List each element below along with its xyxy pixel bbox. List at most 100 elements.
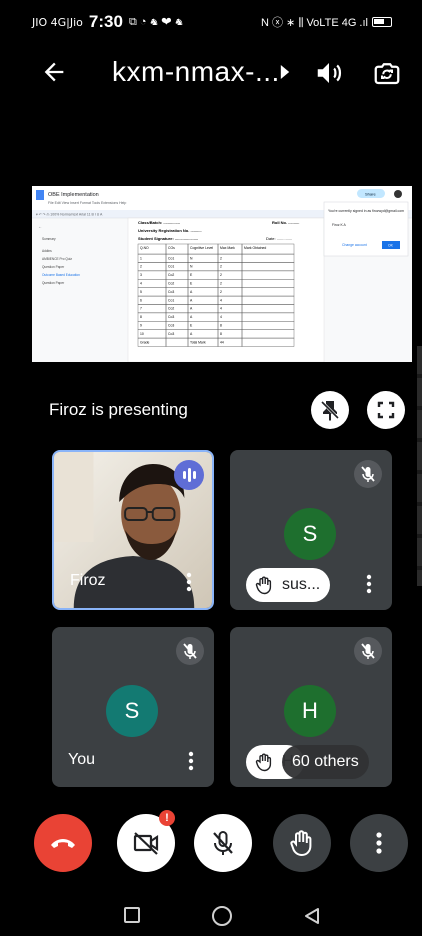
hand-icon xyxy=(290,830,312,857)
avatar: H xyxy=(284,685,336,737)
nav-back-icon[interactable] xyxy=(302,906,322,926)
table-cell-text: 8 xyxy=(140,315,142,319)
table-cell-text: Co2 xyxy=(168,307,174,311)
table-cell-text: Co1 xyxy=(168,265,174,269)
others-chip[interactable]: 60 others xyxy=(282,745,369,779)
svg-text:Question Paper: Question Paper xyxy=(42,281,65,285)
svg-text:University Registration No. ..: University Registration No. .......... xyxy=(138,228,202,233)
clock: 7:30 xyxy=(88,12,123,31)
svg-text:Change account: Change account xyxy=(342,243,367,247)
table-cell-text: Co1 xyxy=(168,256,174,260)
status-bar: JIO 4G|Jio 7:30 ⧉ ◔ ♞ ❤ ♞ N ⓧ ∗ ⫼ VoLTE … xyxy=(0,0,422,44)
table-cell-text: 7 xyxy=(140,307,142,311)
share-button: Share xyxy=(365,191,376,196)
table-cell-text: Co3 xyxy=(168,315,174,319)
svg-text:←: ← xyxy=(38,224,42,229)
call-end-icon xyxy=(51,839,75,848)
avatar: S xyxy=(106,685,158,737)
pin-off-icon xyxy=(320,400,340,421)
system-nav-bar xyxy=(0,888,422,936)
table-cell-text: 8 xyxy=(220,323,222,327)
fullscreen-button[interactable] xyxy=(367,391,405,429)
meeting-code[interactable]: kxm-nmax-... xyxy=(112,56,280,88)
svg-text:Summary: Summary xyxy=(42,237,56,241)
table-cell-text: 2 xyxy=(220,273,222,277)
table-cell-text: 6 xyxy=(140,298,142,302)
end-call-button[interactable] xyxy=(34,814,92,872)
table-cell-text: 4 xyxy=(220,298,222,302)
unpin-button[interactable] xyxy=(311,391,349,429)
participant-name: Firoz xyxy=(70,572,106,589)
participant-tile-firoz[interactable]: Firoz xyxy=(52,450,214,610)
svg-text:Date: ..............: Date: .............. xyxy=(266,236,292,241)
doc-menu: File Edit View Insert Format Tools Exten… xyxy=(48,201,126,205)
mic-toggle-button[interactable] xyxy=(194,814,252,872)
participant-tile-sus[interactable]: S sus... xyxy=(230,450,392,610)
arrow-left-icon[interactable] xyxy=(40,58,68,86)
table-cell-text: Q.NO xyxy=(140,246,149,250)
svg-text:OK: OK xyxy=(388,244,394,248)
more-options-button[interactable] xyxy=(350,814,408,872)
recents-icon[interactable] xyxy=(124,907,140,923)
mic-off-icon xyxy=(354,460,382,488)
table-cell-text: Co2 xyxy=(168,273,174,277)
caret-right-icon[interactable] xyxy=(278,62,292,82)
table-cell-text: COs xyxy=(168,246,175,250)
table-cell-text: Mark Obtained xyxy=(244,246,266,250)
more-vert-icon[interactable] xyxy=(366,574,372,594)
carrier-text: JIO 4G|Jio xyxy=(32,15,83,29)
table-cell-text: Cognitive Level xyxy=(190,246,213,250)
table-cell-text: 1 xyxy=(140,256,142,260)
table-cell-text: 4 xyxy=(220,307,222,311)
more-vert-icon[interactable] xyxy=(188,751,194,771)
table-cell-text: 2 xyxy=(220,281,222,285)
table-cell-text: 44 xyxy=(220,340,224,344)
table-cell-text: Grade xyxy=(140,340,150,344)
table-cell-text: Co1 xyxy=(168,298,174,302)
svg-text:Class/Batch: ...............: Class/Batch: ............... xyxy=(138,220,180,225)
side-edge xyxy=(417,346,422,586)
raise-hand-button[interactable] xyxy=(273,814,331,872)
volume-icon[interactable] xyxy=(314,58,344,88)
more-vert-icon[interactable] xyxy=(186,572,192,592)
svg-text:Student Signature: ...........: Student Signature: ..................... xyxy=(138,236,198,241)
table-cell-text: 2 xyxy=(220,290,222,294)
more-vert-icon xyxy=(376,832,382,854)
svg-text:Question Paper: Question Paper xyxy=(42,265,65,269)
table-cell-text: 5 xyxy=(140,290,142,294)
svg-text:Outcome Based Education: Outcome Based Education xyxy=(42,273,80,277)
network-icons: N ⓧ ∗ ⫼ VoLTE 4G .ıl xyxy=(261,17,368,29)
participant-name: sus... xyxy=(282,576,321,593)
notification-icons: ⧉ ◔ ♞ ❤ ♞ xyxy=(128,15,184,28)
shared-document: OBE Implementation File Edit View Insert… xyxy=(32,186,412,362)
raised-hand-chip: sus... xyxy=(246,568,331,602)
doc-toolbar: ▾ ↶ ↷ ⎙ 100% Normal text Arial 11 B I U … xyxy=(36,213,103,217)
participant-tile-you[interactable]: S You xyxy=(52,627,214,787)
mic-off-icon xyxy=(213,831,233,855)
hand-icon xyxy=(255,753,272,772)
camera-warning-badge: ! xyxy=(159,810,175,826)
svg-text:Roll No. ..........: Roll No. .......... xyxy=(272,220,299,225)
table-cell-text: Co3 xyxy=(168,332,174,336)
table-cell-text: Max Mark xyxy=(220,246,235,250)
shared-screen: OBE Implementation File Edit View Insert… xyxy=(32,186,412,362)
svg-text:Addins: Addins xyxy=(42,249,52,253)
home-icon[interactable] xyxy=(212,906,232,926)
doc-title: OBE Implementation xyxy=(48,192,99,198)
meeting-header: kxm-nmax-... xyxy=(0,44,422,102)
presenting-label: Firoz is presenting xyxy=(49,400,188,419)
table-cell-text: Total Mark xyxy=(190,340,206,344)
table-cell-text: Co3 xyxy=(168,323,174,327)
table-cell-text: 2 xyxy=(220,256,222,260)
svg-text:AMBIENCE Pro Quiz: AMBIENCE Pro Quiz xyxy=(42,257,72,261)
table-cell-text: 10 xyxy=(140,332,144,336)
mic-off-icon xyxy=(176,637,204,665)
table-cell-text: 2 xyxy=(140,265,142,269)
table-cell-text: Co3 xyxy=(168,290,174,294)
hand-icon xyxy=(255,576,272,595)
table-cell-text: 4 xyxy=(220,315,222,319)
presentation-tile[interactable]: OBE Implementation File Edit View Insert… xyxy=(32,108,412,436)
switch-camera-icon[interactable] xyxy=(372,58,402,88)
table-cell-text: 9 xyxy=(140,323,142,327)
svg-text:You're currently signed in as: You're currently signed in as firozwyd@g… xyxy=(328,208,405,213)
